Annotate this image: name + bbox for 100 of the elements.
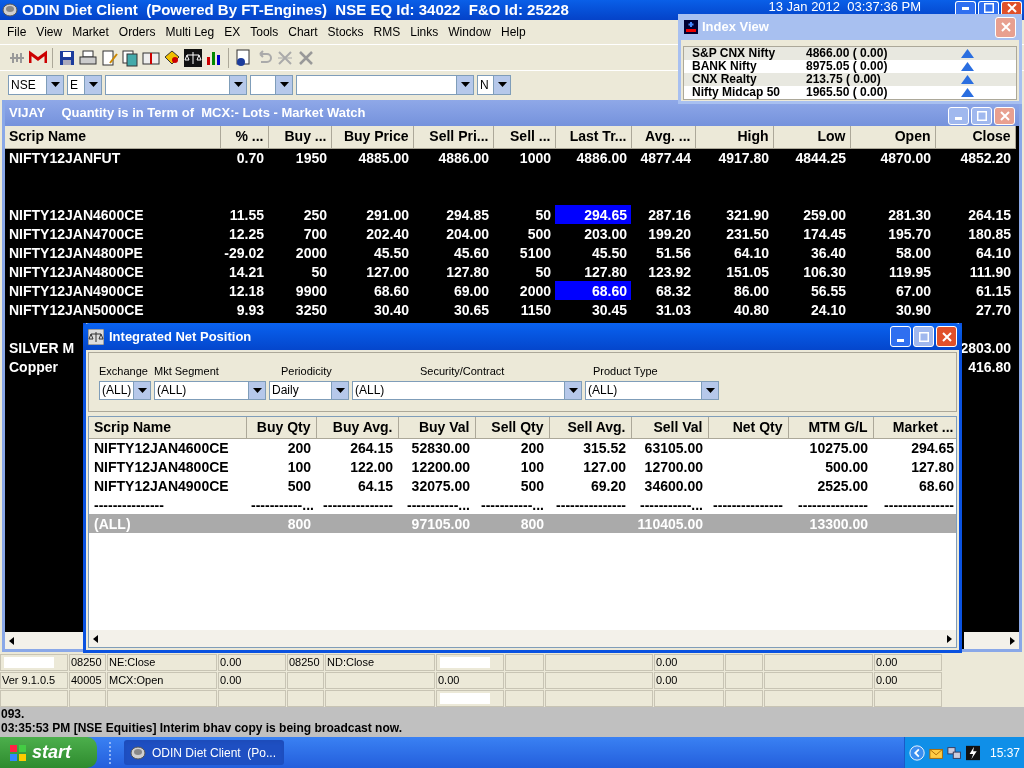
menu-item[interactable]: Links (405, 23, 444, 41)
column-header[interactable]: Last Tr... (555, 126, 631, 148)
dropdown-field[interactable]: (ALL) (154, 380, 266, 400)
printer-icon[interactable] (79, 48, 97, 67)
close-icon[interactable] (297, 48, 315, 67)
menu-item[interactable]: Window (443, 23, 496, 41)
table-cell-text: 9.93 (235, 300, 265, 319)
scale-icon[interactable] (184, 48, 202, 67)
dropdown-field[interactable]: (ALL) (99, 380, 151, 400)
dropdown-arrow-icon (335, 387, 345, 393)
table-cell: 2803.00 (960, 339, 1011, 356)
menu-item[interactable]: RMS (368, 23, 406, 41)
document-icon[interactable] (234, 48, 252, 67)
column-header[interactable]: % ... (220, 126, 268, 148)
table-cell: 63105.00 (631, 438, 708, 457)
column-header[interactable]: Buy ... (268, 126, 331, 148)
taskbar-button[interactable]: ODIN Diet Client (Po... (124, 740, 284, 765)
maximize-icon (918, 331, 929, 342)
dropdown-field[interactable]: (ALL) (585, 380, 719, 400)
horizontal-scrollbar[interactable] (89, 630, 956, 647)
column-header[interactable]: High (695, 126, 773, 148)
column-header[interactable]: MTM G/L (788, 417, 873, 438)
column-header[interactable]: Market ... (873, 417, 956, 438)
maximize-button[interactable] (978, 1, 999, 14)
dropdown-field[interactable] (105, 74, 247, 95)
table-cell: Copper (9, 358, 58, 375)
dropdown-field[interactable]: E (67, 74, 102, 95)
table-cell-text: 100 (519, 457, 545, 476)
save-icon[interactable] (58, 48, 76, 67)
column-header[interactable]: Sell ... (493, 126, 555, 148)
column-header[interactable]: Sell Val (631, 417, 708, 438)
table-cell-text: NIFTY12JAN4800CE (8, 262, 145, 281)
scrollbar-track[interactable] (964, 632, 1019, 649)
column-header[interactable]: Sell Qty (475, 417, 549, 438)
close-button[interactable] (936, 326, 957, 347)
table-cell-text: 291.00 (365, 205, 410, 224)
column-header[interactable]: Sell Pri... (413, 126, 493, 148)
dropdown-arrow-icon (279, 82, 289, 87)
table-cell-text: 12.25 (227, 224, 265, 243)
table-cell-text: 127.00 (365, 262, 410, 281)
table-cell-text: 11.55 (228, 205, 265, 224)
column-header[interactable]: Avg. ... (631, 126, 695, 148)
dropdown-field[interactable]: NSE (8, 74, 64, 95)
dropdown-arrow-icon (137, 387, 147, 393)
dropdown-field[interactable] (250, 74, 293, 95)
index-name: BANK Nifty (691, 60, 757, 73)
column-header[interactable]: Scrip Name (89, 417, 246, 438)
table-cell: --------------- (549, 495, 631, 514)
column-header[interactable]: Close (935, 126, 1015, 148)
window-title: Index View (702, 18, 770, 37)
dropdown-field[interactable]: N (477, 74, 511, 95)
table-cell-text: 51.56 (654, 243, 692, 262)
column-header[interactable]: Buy Avg. (316, 417, 398, 438)
column-header[interactable]: Buy Qty (246, 417, 316, 438)
close-button[interactable] (1001, 1, 1022, 14)
dropdown-field[interactable]: (ALL) (352, 380, 582, 400)
menu-item[interactable]: Tools (245, 23, 284, 41)
index-name: CNX Realty (691, 73, 758, 86)
close-button[interactable] (994, 107, 1015, 125)
date-time: 13 Jan 2012 03:37:36 PM (768, 0, 921, 13)
column-header[interactable]: Sell Avg. (549, 417, 631, 438)
status-cell: 08250 (69, 654, 106, 671)
column-header[interactable]: Open (850, 126, 935, 148)
table-cell: 294.65 (555, 205, 631, 224)
column-header[interactable]: Scrip Name (5, 126, 220, 148)
menu-item[interactable]: Orders (113, 23, 161, 41)
scrollbar-track[interactable] (5, 632, 83, 649)
table-cell-text: 27.70 (974, 300, 1012, 319)
window-title: Integrated Net Position (109, 327, 253, 346)
table-cell-text: 69.00 (452, 281, 490, 300)
column-header[interactable]: Low (773, 126, 850, 148)
minimize-button[interactable] (955, 1, 976, 14)
table-cell-text: 259.00 (802, 205, 847, 224)
menu-item[interactable]: Market (67, 23, 114, 41)
table-cell: 800 (475, 514, 549, 533)
menu-item[interactable]: EX (219, 23, 246, 41)
menu-item[interactable]: File (2, 23, 32, 41)
menu-item[interactable]: Multi Leg (160, 23, 220, 41)
maximize-button[interactable] (913, 326, 934, 347)
field-label: Periodicity (281, 364, 332, 379)
table-cell-text: 122.00 (349, 457, 394, 476)
tags-icon[interactable] (163, 48, 181, 67)
column-header[interactable]: Net Qty (708, 417, 788, 438)
menu-item[interactable]: Help (496, 23, 531, 41)
app-icon (130, 744, 146, 761)
table-cell: 294.65 (873, 438, 956, 457)
column-header[interactable]: Buy Val (398, 417, 475, 438)
menu-item[interactable]: Stocks (322, 23, 369, 41)
dropdown-field[interactable] (296, 74, 474, 95)
cards-icon[interactable] (121, 48, 139, 67)
dropdown-field[interactable]: Daily (269, 380, 349, 400)
menu-item[interactable]: View (31, 23, 68, 41)
table-cell: 50 (493, 262, 555, 281)
close-button[interactable] (995, 16, 1016, 38)
table-cell-text: 202.40 (365, 224, 410, 243)
column-header[interactable]: Buy Price (331, 126, 413, 148)
minimize-button[interactable] (890, 326, 911, 347)
close-icon (941, 331, 952, 342)
notepad-icon[interactable] (100, 48, 118, 67)
menu-item[interactable]: Chart (283, 23, 323, 41)
